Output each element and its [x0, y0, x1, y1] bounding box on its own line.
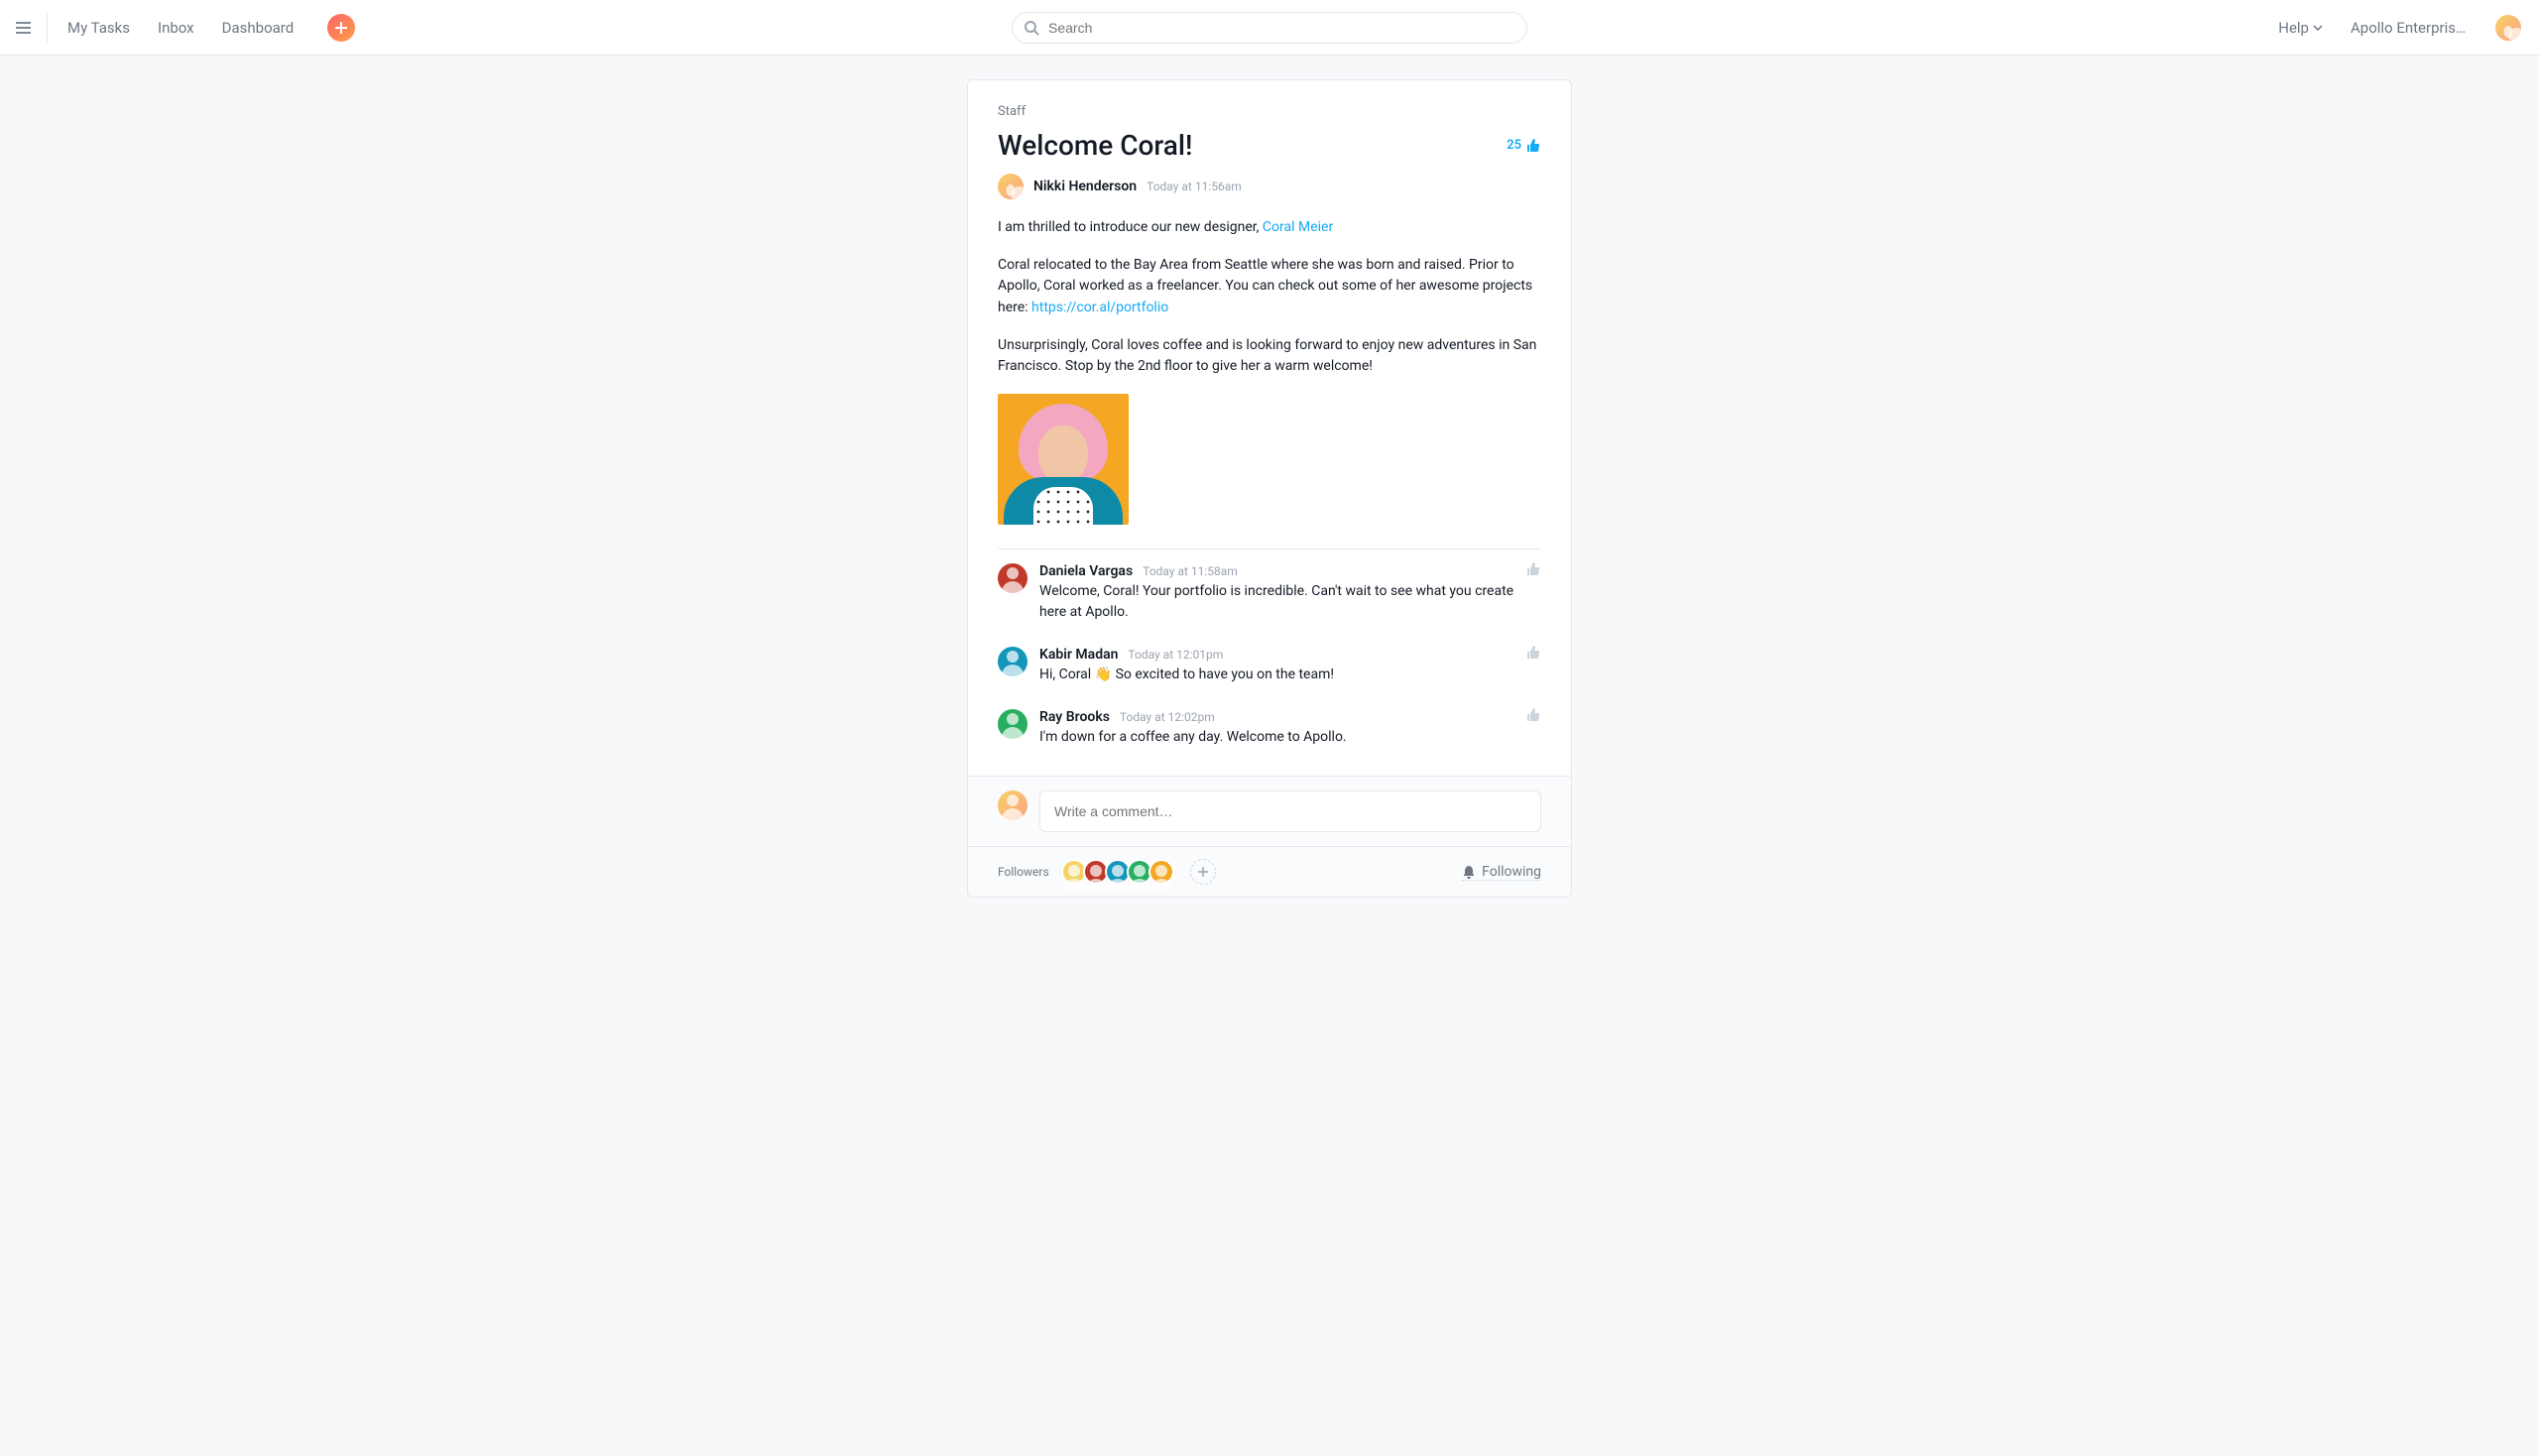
hamburger-icon: [16, 21, 31, 35]
mention-link-coral[interactable]: Coral Meier: [1263, 219, 1333, 235]
comment-input[interactable]: [1039, 790, 1541, 832]
nav-my-tasks[interactable]: My Tasks: [67, 19, 130, 37]
compose-row: [968, 776, 1571, 846]
commenter-name[interactable]: Daniela Vargas: [1039, 563, 1133, 579]
hamburger-menu-button[interactable]: [16, 12, 48, 44]
search-input[interactable]: [1012, 12, 1527, 44]
search-icon: [1024, 20, 1039, 36]
post-para1-text: I am thrilled to introduce our new desig…: [998, 219, 1263, 235]
comment-item: Daniela Vargas Today at 11:58am Welcome,…: [998, 551, 1541, 635]
author-avatar[interactable]: [998, 174, 1024, 199]
add-follower-button[interactable]: [1190, 859, 1216, 885]
like-count-button[interactable]: 25: [1507, 138, 1541, 154]
top-bar: My Tasks Inbox Dashboard Help Apollo Ent…: [0, 0, 2539, 56]
commenter-name[interactable]: Ray Brooks: [1039, 709, 1110, 725]
plus-icon: [335, 22, 347, 34]
followers-avatars: [1061, 859, 1174, 885]
author-row: Nikki Henderson Today at 11:56am: [998, 174, 1541, 199]
topbar-right: Help Apollo Enterpris…: [2278, 13, 2523, 43]
comments-list: Daniela Vargas Today at 11:58am Welcome,…: [968, 549, 1571, 776]
comment-item: Ray Brooks Today at 12:02pm I'm down for…: [998, 697, 1541, 760]
nav-inbox[interactable]: Inbox: [158, 19, 194, 37]
post-timestamp: Today at 11:56am: [1147, 180, 1242, 193]
person-photo-illustration: [1007, 396, 1121, 525]
comment-timestamp: Today at 11:58am: [1143, 564, 1238, 578]
thumbs-up-icon: [1525, 561, 1541, 577]
conversation-card: Staff Welcome Coral! 25 Nikki Henderson …: [967, 79, 1572, 898]
comment-like-button[interactable]: [1525, 645, 1541, 661]
search-wrap: [1012, 12, 1527, 44]
like-count: 25: [1507, 138, 1521, 153]
thumbs-up-icon: [1525, 707, 1541, 723]
portfolio-link[interactable]: https://cor.al/portfolio: [1031, 300, 1168, 315]
help-label: Help: [2278, 19, 2309, 37]
post-para3-text: Unsurprisingly, Coral loves coffee and i…: [998, 335, 1541, 378]
workspace-switcher[interactable]: Apollo Enterpris…: [2351, 19, 2466, 37]
comment-timestamp: Today at 12:02pm: [1120, 710, 1215, 724]
project-context-link[interactable]: Staff: [998, 104, 1541, 119]
post-body: I am thrilled to introduce our new desig…: [998, 217, 1541, 525]
follower-avatar[interactable]: [1149, 859, 1174, 885]
comment-text: Welcome, Coral! Your portfolio is incred…: [1039, 581, 1541, 623]
author-name[interactable]: Nikki Henderson: [1033, 179, 1137, 194]
comment-timestamp: Today at 12:01pm: [1128, 648, 1223, 662]
current-user-avatar[interactable]: [2493, 13, 2523, 43]
primary-nav: My Tasks Inbox Dashboard: [67, 14, 355, 42]
create-button[interactable]: [327, 14, 355, 42]
thumbs-up-icon: [1525, 138, 1541, 154]
followers-bar: Followers Following: [968, 846, 1571, 897]
comment-item: Kabir Madan Today at 12:01pm Hi, Coral 👋…: [998, 635, 1541, 697]
nav-dashboard[interactable]: Dashboard: [222, 19, 295, 37]
thumbs-up-icon: [1525, 645, 1541, 661]
followers-label: Followers: [998, 865, 1049, 879]
plus-icon: [1198, 867, 1208, 877]
comment-like-button[interactable]: [1525, 707, 1541, 723]
commenter-avatar[interactable]: [998, 563, 1028, 593]
commenter-avatar[interactable]: [998, 709, 1028, 739]
comment-like-button[interactable]: [1525, 561, 1541, 577]
following-label: Following: [1482, 864, 1541, 880]
commenter-avatar[interactable]: [998, 647, 1028, 676]
compose-avatar: [998, 790, 1028, 820]
chevron-down-icon: [2313, 25, 2323, 31]
conversation-title: Welcome Coral!: [998, 129, 1192, 162]
commenter-name[interactable]: Kabir Madan: [1039, 647, 1118, 663]
comment-text: Hi, Coral 👋 So excited to have you on th…: [1039, 665, 1541, 685]
help-menu[interactable]: Help: [2278, 19, 2323, 37]
following-toggle[interactable]: Following: [1462, 864, 1541, 881]
bell-icon: [1462, 865, 1476, 879]
comment-text: I'm down for a coffee any day. Welcome t…: [1039, 727, 1541, 748]
attachment-image[interactable]: [998, 394, 1129, 525]
